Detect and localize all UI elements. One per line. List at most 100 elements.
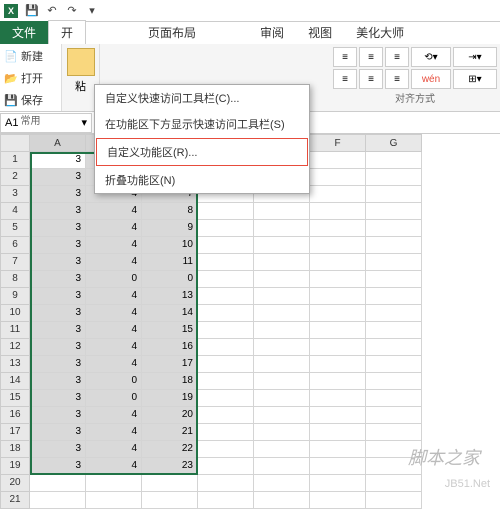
row-header[interactable]: 3 [0,186,30,203]
cell[interactable]: 3 [30,305,86,322]
cell[interactable]: 4 [86,322,142,339]
cell[interactable] [366,288,422,305]
cell[interactable] [366,186,422,203]
cell[interactable] [30,492,86,509]
row-header[interactable]: 19 [0,458,30,475]
cell[interactable] [254,237,310,254]
cell[interactable] [310,441,366,458]
cell[interactable]: 4 [86,356,142,373]
cell[interactable] [198,390,254,407]
cell[interactable] [310,220,366,237]
cell[interactable]: 3 [30,424,86,441]
qat-dropdown-icon[interactable]: ▾ [83,2,101,20]
cell[interactable]: 21 [142,424,198,441]
cell[interactable]: 15 [142,322,198,339]
row-header[interactable]: 1 [0,152,30,169]
cell[interactable]: 20 [142,407,198,424]
cell[interactable]: 3 [30,169,86,186]
cell[interactable] [30,475,86,492]
cell[interactable]: 3 [30,356,86,373]
cell[interactable] [254,492,310,509]
row-header[interactable]: 15 [0,390,30,407]
align-right-icon[interactable]: ≡ [385,69,409,89]
cell[interactable]: 10 [142,237,198,254]
cell[interactable] [142,475,198,492]
cell[interactable]: 3 [30,220,86,237]
cell[interactable] [310,305,366,322]
cell[interactable]: 19 [142,390,198,407]
cell[interactable] [310,203,366,220]
row-header[interactable]: 16 [0,407,30,424]
cell[interactable] [254,458,310,475]
cell[interactable]: 4 [86,237,142,254]
cell[interactable]: 4 [86,305,142,322]
align-center-icon[interactable]: ≡ [359,69,383,89]
cell[interactable] [310,407,366,424]
tab-review[interactable]: 审阅 [248,21,296,44]
cell[interactable] [254,271,310,288]
cell[interactable]: 4 [86,203,142,220]
cell[interactable]: 4 [86,220,142,237]
row-header[interactable]: 10 [0,305,30,322]
cell[interactable] [310,475,366,492]
row-header[interactable]: 12 [0,339,30,356]
cell[interactable]: 4 [86,407,142,424]
cell[interactable]: 3 [30,441,86,458]
cell[interactable] [254,288,310,305]
row-header[interactable]: 21 [0,492,30,509]
cell[interactable] [366,322,422,339]
cell[interactable] [366,271,422,288]
cell[interactable]: 18 [142,373,198,390]
cell[interactable] [198,237,254,254]
cell[interactable] [310,237,366,254]
cell[interactable] [254,339,310,356]
select-all-corner[interactable] [0,134,30,152]
cell[interactable] [366,203,422,220]
cell[interactable] [310,373,366,390]
cell[interactable] [366,373,422,390]
cell[interactable]: 3 [30,237,86,254]
cell[interactable] [366,407,422,424]
cell[interactable] [310,339,366,356]
cell[interactable]: 3 [30,373,86,390]
cell[interactable] [310,356,366,373]
row-header[interactable]: 11 [0,322,30,339]
cell[interactable]: 0 [142,271,198,288]
tab-view[interactable]: 视图 [296,21,344,44]
tab-layout[interactable]: 页面布局 [136,21,208,44]
cell[interactable] [198,356,254,373]
cell[interactable] [254,373,310,390]
cell[interactable] [366,339,422,356]
cell[interactable] [310,458,366,475]
cell[interactable]: 16 [142,339,198,356]
row-header[interactable]: 14 [0,373,30,390]
cell[interactable] [198,475,254,492]
cell[interactable]: 3 [30,339,86,356]
cell[interactable]: 3 [30,458,86,475]
cell[interactable]: 4 [86,424,142,441]
cell[interactable] [142,492,198,509]
cell[interactable]: 11 [142,254,198,271]
cell[interactable] [366,237,422,254]
cell[interactable] [254,220,310,237]
row-header[interactable]: 18 [0,441,30,458]
row-header[interactable]: 20 [0,475,30,492]
wrap-text-button[interactable]: ⇥▾ [453,47,497,67]
cell[interactable] [310,390,366,407]
cell[interactable] [86,475,142,492]
cell[interactable] [310,322,366,339]
col-header-A[interactable]: A [30,134,86,152]
save-button[interactable]: 💾保存 [2,90,59,110]
cell[interactable] [254,441,310,458]
paste-icon[interactable] [67,48,95,76]
save-icon[interactable]: 💾 [23,2,41,20]
cell[interactable] [198,203,254,220]
cell[interactable] [366,169,422,186]
cell[interactable]: 3 [30,288,86,305]
cell[interactable] [366,424,422,441]
row-header[interactable]: 7 [0,254,30,271]
row-header[interactable]: 17 [0,424,30,441]
cell[interactable] [254,407,310,424]
cell[interactable]: 0 [86,373,142,390]
cell[interactable] [198,322,254,339]
